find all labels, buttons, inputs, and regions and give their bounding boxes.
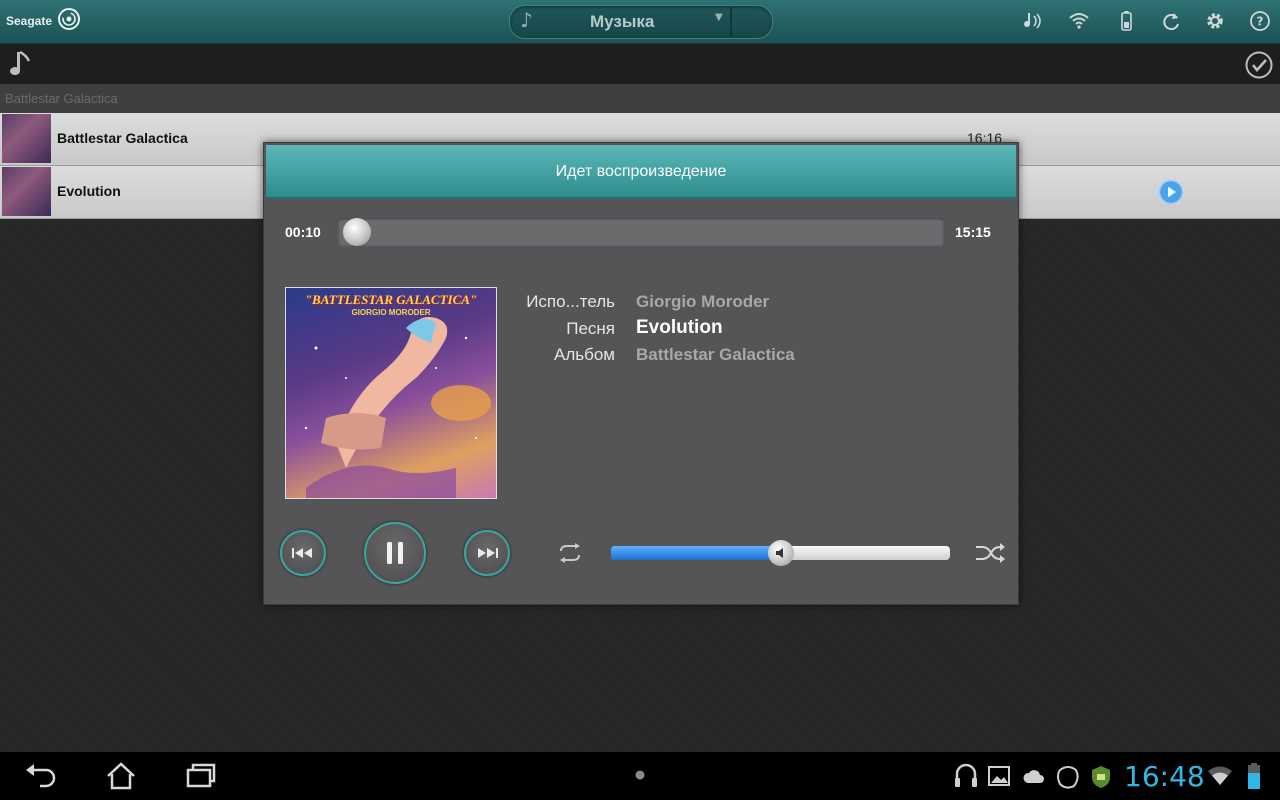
pause-button[interactable] [364, 522, 426, 584]
now-playing-dialog: Идет воспроизведение 00:10 15:15 "BATTLE… [263, 142, 1019, 605]
action-bar: Seagate ♪ Музыка ▼ ? [0, 0, 1280, 44]
dialog-title: Идет воспроизведение [555, 163, 727, 180]
album-value: Battlestar Galactica [636, 345, 795, 364]
menu-dot-icon[interactable] [634, 769, 646, 781]
song-label: Песня [566, 319, 615, 338]
album-label: Альбом [554, 345, 615, 364]
select-check-icon[interactable] [1244, 50, 1274, 80]
pause-icon [387, 542, 403, 564]
list-item-title: Battlestar Galactica [57, 130, 188, 146]
back-icon[interactable] [22, 760, 58, 792]
volume-fill [611, 546, 781, 560]
gallery-icon [988, 766, 1010, 786]
shuffle-icon[interactable] [974, 542, 1006, 564]
breadcrumb: Battlestar Galactica [5, 91, 118, 106]
repeat-icon[interactable] [556, 542, 584, 564]
category-label: Музыка [590, 12, 655, 31]
next-track-icon [478, 548, 498, 558]
cloud-icon [1023, 770, 1044, 783]
cover-artwork [304, 317, 491, 498]
wifi-icon [1208, 766, 1232, 785]
chevron-down-icon: ▼ [715, 12, 723, 23]
music-note-icon[interactable] [8, 50, 34, 80]
breadcrumb-bar: Battlestar Galactica [0, 85, 1280, 113]
music-stream-icon[interactable] [1021, 10, 1043, 32]
svg-text:?: ? [1257, 15, 1264, 29]
category-dropdown[interactable]: ♪ Музыка ▼ [509, 5, 773, 39]
album-thumbnail [2, 167, 51, 216]
previous-button[interactable] [280, 530, 326, 576]
status-clock: 16:48 [1124, 760, 1205, 793]
brand-logo: Seagate [6, 8, 84, 34]
refresh-icon[interactable] [1160, 10, 1182, 32]
toolbar [0, 44, 1280, 85]
previous-track-icon [292, 548, 312, 558]
volume-slider[interactable] [611, 540, 950, 566]
brand-name: Seagate [6, 14, 53, 28]
seek-handle[interactable] [342, 218, 371, 246]
album-thumbnail [2, 114, 51, 163]
song-value: Evolution [636, 317, 723, 338]
battery-icon [1248, 763, 1260, 789]
security-shield-icon [1092, 766, 1110, 788]
wifi-icon[interactable] [1068, 10, 1090, 32]
seek-bar[interactable] [338, 218, 944, 246]
help-icon[interactable]: ? [1249, 10, 1271, 32]
artist-value: Giorgio Moroder [636, 292, 770, 311]
home-icon[interactable] [104, 760, 138, 792]
seagate-swirl-icon [58, 8, 81, 30]
music-note-icon: ♪ [520, 8, 533, 32]
next-button[interactable] [464, 530, 510, 576]
dropdown-divider [730, 7, 732, 37]
gear-icon[interactable] [1204, 10, 1226, 32]
speaker-icon [775, 548, 783, 558]
headset-icon [955, 763, 977, 787]
dialog-header: Идет воспроизведение [266, 145, 1016, 199]
recent-apps-icon[interactable] [184, 760, 218, 792]
elapsed-time: 00:10 [285, 224, 321, 240]
artist-label: Испо...тель [526, 292, 615, 311]
play-icon[interactable] [1158, 179, 1184, 205]
battery-icon[interactable] [1115, 10, 1137, 32]
sync-icon [1057, 766, 1079, 789]
volume-handle[interactable] [767, 540, 794, 566]
list-item-title: Evolution [57, 183, 121, 199]
album-cover: "BATTLESTAR GALACTICA" GIORGIO MORODER [285, 287, 497, 499]
system-navigation-bar: 16:48 [0, 752, 1280, 800]
total-time: 15:15 [955, 224, 991, 240]
